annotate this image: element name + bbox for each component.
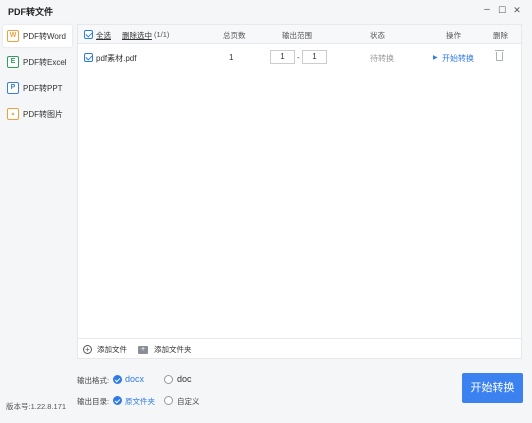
folder-plus-icon: + [138, 345, 148, 354]
table-row: pdf素材.pdf 1 1 - 1 待转换 ▶ 开始转换 [78, 45, 521, 69]
word-icon: W [7, 30, 19, 42]
file-name: pdf素材.pdf [96, 54, 137, 63]
dir-custom-radio[interactable] [164, 396, 173, 405]
format-docx-label[interactable]: docx [125, 374, 144, 384]
select-all-checkbox[interactable] [84, 30, 93, 39]
range-to-input[interactable]: 1 [302, 50, 327, 64]
dir-custom-label[interactable]: 自定义 [177, 396, 200, 407]
close-button[interactable]: ✕ [509, 3, 525, 17]
image-icon: ▲ [7, 108, 19, 120]
sidebar-item-pdf-to-excel[interactable]: E PDF转Excel [3, 51, 72, 73]
minimize-button[interactable]: – [479, 3, 495, 17]
plus-circle-icon: + [83, 345, 92, 354]
start-convert-link[interactable]: 开始转换 [442, 53, 474, 64]
panel-footer: + 添加文件 + 添加文件夹 [78, 338, 521, 358]
column-header-delete: 删除 [493, 31, 508, 40]
start-convert-button[interactable]: 开始转换 [462, 373, 523, 403]
sidebar-item-pdf-to-ppt[interactable]: P PDF转PPT [3, 77, 72, 99]
page-count: 1 [229, 53, 234, 62]
format-docx-radio[interactable] [113, 375, 122, 384]
add-file-button[interactable]: + 添加文件 [83, 344, 127, 355]
range-separator: - [297, 53, 300, 62]
sidebar-item-label: PDF转PPT [23, 83, 63, 93]
title-bar: PDF转文件 – ☐ ✕ [0, 0, 532, 22]
row-checkbox[interactable] [84, 53, 93, 62]
version-label: 版本号:1.22.8.171 [6, 402, 67, 411]
ppt-icon: P [7, 82, 19, 94]
output-dir-label: 输出目录: [77, 397, 110, 406]
format-doc-radio[interactable] [164, 375, 173, 384]
add-folder-button[interactable]: + 添加文件夹 [138, 344, 192, 355]
sidebar: W PDF转Word E PDF转Excel P PDF转PPT ▲ PDF转图… [0, 24, 74, 423]
file-count: (1/1) [154, 30, 170, 39]
play-icon: ▶ [433, 55, 438, 61]
format-doc-label[interactable]: doc [177, 374, 192, 384]
column-header-range: 输出范围 [282, 31, 312, 40]
add-file-label: 添加文件 [97, 345, 127, 354]
column-header-status: 状态 [370, 31, 385, 40]
range-from-input[interactable]: 1 [270, 50, 295, 64]
delete-selected-link[interactable]: 删除选中 [122, 30, 152, 41]
dir-source-radio[interactable] [113, 396, 122, 405]
trash-icon[interactable] [495, 50, 504, 61]
excel-icon: E [7, 56, 19, 68]
select-all-link[interactable]: 全选 [96, 30, 111, 41]
sidebar-item-label: PDF转图片 [23, 109, 63, 119]
status-text: 待转换 [370, 54, 394, 63]
sidebar-item-label: PDF转Word [23, 31, 66, 41]
sidebar-item-label: PDF转Excel [23, 57, 67, 67]
maximize-button[interactable]: ☐ [494, 3, 510, 17]
sidebar-item-pdf-to-image[interactable]: ▲ PDF转图片 [3, 103, 72, 125]
add-folder-label: 添加文件夹 [154, 345, 192, 354]
column-header-action: 操作 [446, 31, 461, 40]
output-format-label: 输出格式: [77, 376, 110, 385]
table-header: 全选 删除选中 (1/1) 总页数 输出范围 状态 操作 删除 [78, 25, 521, 44]
sidebar-item-pdf-to-word[interactable]: W PDF转Word [3, 25, 72, 47]
column-header-pages: 总页数 [223, 31, 246, 40]
app-title: PDF转文件 [8, 7, 54, 17]
file-list-panel: 全选 删除选中 (1/1) 总页数 输出范围 状态 操作 删除 pdf素材.pd… [77, 24, 522, 359]
dir-source-label[interactable]: 原文件夹 [125, 396, 155, 407]
